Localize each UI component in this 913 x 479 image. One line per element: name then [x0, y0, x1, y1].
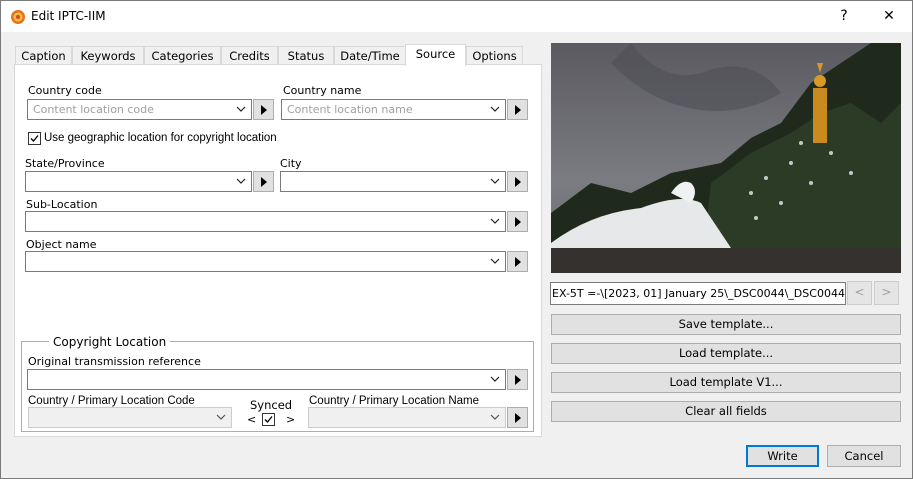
- title-bar: Edit IPTC-IIM ? ✕: [1, 1, 912, 32]
- photo-thumbnail: [551, 43, 901, 273]
- copyright-location-title: Copyright Location: [49, 335, 171, 349]
- primary-location-code-combo[interactable]: [28, 407, 232, 428]
- state-combo[interactable]: [25, 171, 252, 192]
- country-code-label: Country code: [28, 84, 102, 97]
- chevron-down-icon: [490, 414, 500, 420]
- load-template-v1-button[interactable]: Load template V1...: [551, 372, 901, 393]
- cancel-button[interactable]: Cancel: [827, 445, 901, 467]
- edit-iptc-dialog: Edit IPTC-IIM ? ✕ Caption Keywords Categ…: [0, 0, 913, 479]
- otr-arrow-button[interactable]: [507, 369, 528, 390]
- chevron-down-icon: [490, 178, 500, 184]
- tab-categories[interactable]: Categories: [144, 46, 221, 65]
- chevron-down-icon: [490, 218, 500, 224]
- city-label: City: [280, 157, 302, 170]
- chevron-down-icon: [236, 178, 246, 184]
- save-template-button[interactable]: Save template...: [551, 314, 901, 335]
- synced-checkbox[interactable]: [262, 413, 275, 426]
- country-code-arrow-button[interactable]: [253, 99, 274, 120]
- state-label: State/Province: [25, 157, 105, 170]
- object-name-combo[interactable]: [25, 251, 506, 272]
- file-path-field[interactable]: EX-5T =-\[2023, 01] January 25\_DSC0044\…: [550, 282, 846, 305]
- state-arrow-button[interactable]: [253, 171, 274, 192]
- country-name-placeholder: Content location name: [287, 103, 413, 116]
- next-image-button[interactable]: >: [874, 281, 899, 305]
- city-arrow-button[interactable]: [507, 171, 528, 192]
- window-title: Edit IPTC-IIM: [31, 9, 106, 23]
- country-code-placeholder: Content location code: [33, 103, 154, 116]
- tab-date-time[interactable]: Date/Time: [334, 46, 406, 65]
- country-name-arrow-button[interactable]: [507, 99, 528, 120]
- load-template-button[interactable]: Load template...: [551, 343, 901, 364]
- help-button[interactable]: ?: [821, 1, 867, 32]
- image-preview: [551, 43, 901, 273]
- object-name-arrow-button[interactable]: [507, 251, 528, 272]
- chevron-down-icon: [490, 376, 500, 382]
- sublocation-combo[interactable]: [25, 211, 506, 232]
- tab-caption[interactable]: Caption: [15, 46, 72, 65]
- primary-location-name-combo[interactable]: [308, 407, 506, 428]
- use-geo-checkbox[interactable]: [28, 132, 41, 145]
- tab-options[interactable]: Options: [466, 46, 523, 65]
- chevron-down-icon: [216, 414, 226, 420]
- synced-label: Synced: [250, 398, 293, 412]
- chevron-down-icon: [236, 106, 246, 112]
- clear-all-fields-button[interactable]: Clear all fields: [551, 401, 901, 422]
- sublocation-arrow-button[interactable]: [507, 211, 528, 232]
- otr-label: Original transmission reference: [28, 355, 201, 368]
- close-button[interactable]: ✕: [866, 1, 912, 32]
- country-name-label: Country name: [283, 84, 362, 97]
- tab-status[interactable]: Status: [278, 46, 334, 65]
- app-logo-icon: [11, 10, 25, 24]
- city-combo[interactable]: [280, 171, 506, 192]
- tab-credits[interactable]: Credits: [221, 46, 278, 65]
- use-geo-label: Use geographic location for copyright lo…: [44, 132, 277, 144]
- checkmark-icon: [264, 416, 273, 423]
- country-name-combo[interactable]: Content location name: [281, 99, 506, 120]
- chevron-down-icon: [490, 258, 500, 264]
- write-button[interactable]: Write: [746, 445, 819, 467]
- previous-image-button[interactable]: <: [847, 281, 872, 305]
- object-name-label: Object name: [26, 238, 97, 251]
- primary-location-name-label: Country / Primary Location Name: [309, 395, 480, 407]
- primary-location-name-arrow-button[interactable]: [507, 407, 528, 428]
- tab-source[interactable]: Source: [405, 44, 466, 66]
- country-code-combo[interactable]: Content location code: [27, 99, 252, 120]
- sync-left-arrow[interactable]: <: [247, 413, 256, 426]
- chevron-down-icon: [490, 106, 500, 112]
- primary-location-code-label: Country / Primary Location Code: [28, 395, 195, 407]
- sublocation-label: Sub-Location: [26, 198, 98, 211]
- sync-right-arrow[interactable]: >: [286, 413, 295, 426]
- checkmark-icon: [30, 135, 39, 142]
- tab-keywords[interactable]: Keywords: [72, 46, 144, 65]
- otr-combo[interactable]: [27, 369, 506, 390]
